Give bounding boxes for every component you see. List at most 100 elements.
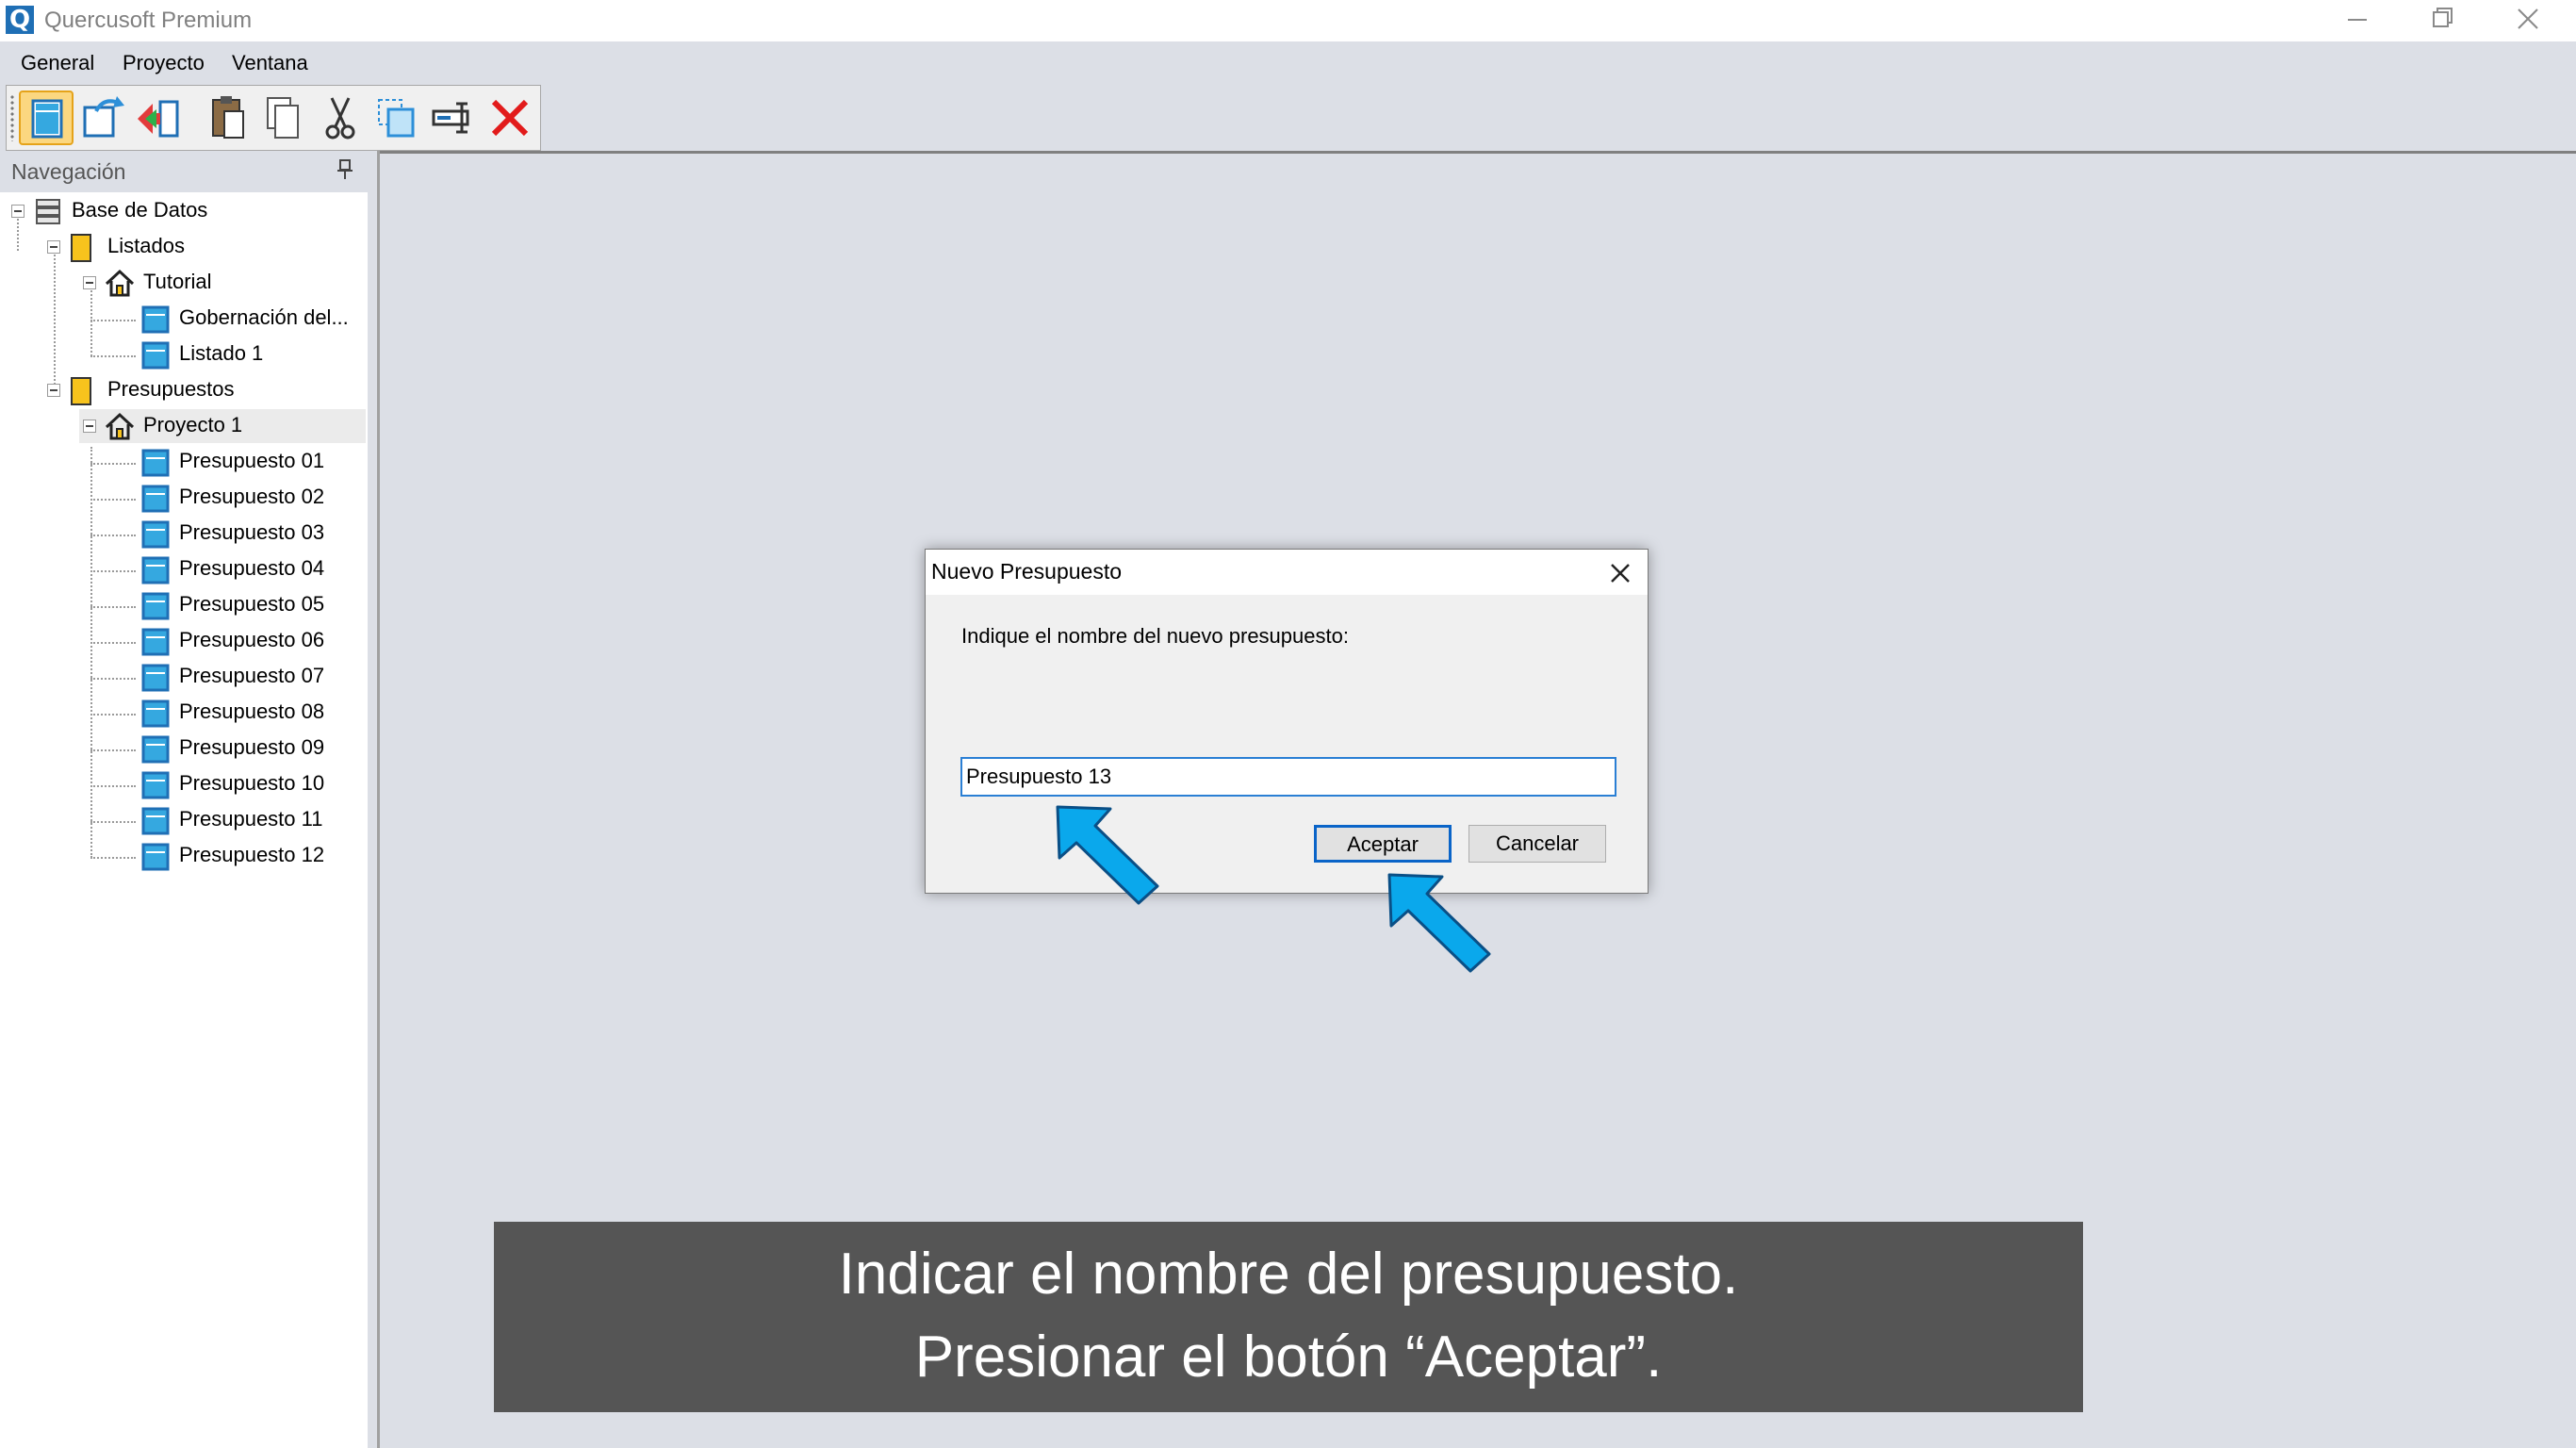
toolbar-grip[interactable] <box>9 94 15 141</box>
tree-label: Presupuestos <box>107 377 235 401</box>
dialog-close-icon[interactable] <box>1602 556 1638 590</box>
document-icon <box>141 305 170 334</box>
document-icon <box>141 843 170 871</box>
undo-icon[interactable] <box>75 90 130 145</box>
tree-item-presupuesto[interactable]: Presupuesto 09 <box>138 732 366 765</box>
tree-line <box>90 714 136 716</box>
app-logo-icon: Q <box>6 6 34 34</box>
tree-line <box>90 606 136 608</box>
accept-button[interactable]: Aceptar <box>1314 825 1452 863</box>
cut-icon[interactable] <box>313 90 368 145</box>
tree-item-presupuesto[interactable]: Presupuesto 02 <box>138 481 366 515</box>
tree-label: Presupuesto 06 <box>179 628 325 651</box>
tree-label: Presupuesto 09 <box>179 735 325 759</box>
menu-bar <box>0 41 2576 84</box>
tree-item-presupuestos[interactable]: Presupuestos <box>43 373 366 407</box>
document-icon <box>141 735 170 764</box>
collapse-icon[interactable] <box>83 420 96 433</box>
tree-label: Presupuesto 02 <box>179 485 325 508</box>
home-icon <box>105 412 135 440</box>
caption-line-1: Indicar el nombre del presupuesto. <box>838 1242 1739 1307</box>
tree-label: Presupuesto 08 <box>179 699 325 723</box>
cancel-button[interactable]: Cancelar <box>1468 825 1606 863</box>
document-icon <box>141 807 170 835</box>
tree-label: Tutorial <box>143 270 212 293</box>
tree-line <box>90 499 136 501</box>
tree-line <box>90 821 136 823</box>
paste-icon[interactable] <box>200 90 254 145</box>
tree-item-gobernacion[interactable]: Gobernación del... <box>138 302 366 336</box>
duplicate-icon[interactable] <box>369 90 424 145</box>
tree-line <box>90 290 92 356</box>
document-icon <box>141 341 170 370</box>
collapse-icon[interactable] <box>47 240 60 254</box>
tree-label: Base de Datos <box>72 198 208 222</box>
tree-line <box>90 678 136 680</box>
tree-line <box>90 463 136 465</box>
tree-item-tutorial[interactable]: Tutorial <box>79 266 366 300</box>
close-icon[interactable] <box>2485 0 2569 41</box>
tree-item-presupuesto[interactable]: Presupuesto 12 <box>138 839 366 873</box>
tree-line <box>90 857 136 859</box>
tree-label: Presupuesto 01 <box>179 449 325 472</box>
import-icon[interactable] <box>132 90 187 145</box>
tree-label: Presupuesto 10 <box>179 771 325 795</box>
tree-label: Listado 1 <box>179 341 264 365</box>
tree-item-presupuesto[interactable]: Presupuesto 03 <box>138 517 366 551</box>
document-icon <box>141 664 170 692</box>
restore-icon[interactable] <box>2400 0 2485 41</box>
collapse-icon[interactable] <box>11 205 25 218</box>
workspace-left-border <box>377 151 380 1448</box>
document-icon <box>141 520 170 549</box>
tree-item-base-de-datos[interactable]: Base de Datos <box>8 194 366 228</box>
folder-icon <box>71 234 91 262</box>
tree-label: Presupuesto 04 <box>179 556 325 580</box>
rename-icon[interactable] <box>426 90 481 145</box>
copy-icon[interactable] <box>256 90 311 145</box>
folder-icon <box>71 377 91 405</box>
title-bar <box>0 0 2576 41</box>
tree-label: Presupuesto 05 <box>179 592 325 616</box>
document-icon <box>141 449 170 477</box>
menu-ventana[interactable]: Ventana <box>232 51 308 75</box>
tree-item-presupuesto[interactable]: Presupuesto 01 <box>138 445 366 479</box>
minimize-icon[interactable] <box>2315 0 2400 41</box>
budget-name-input[interactable] <box>960 757 1616 797</box>
home-icon <box>105 269 135 297</box>
collapse-icon[interactable] <box>83 276 96 289</box>
tree-item-proyecto-1[interactable]: Proyecto 1 <box>79 409 366 443</box>
navigation-title: Navegación <box>11 159 126 184</box>
tree-item-presupuesto[interactable]: Presupuesto 07 <box>138 660 366 694</box>
tree-item-listado-1[interactable]: Listado 1 <box>138 337 366 371</box>
tree-line <box>90 785 136 787</box>
pin-icon[interactable] <box>336 158 354 181</box>
document-icon <box>141 699 170 728</box>
caption-line-2: Presionar el botón “Aceptar”. <box>914 1325 1663 1390</box>
collapse-icon[interactable] <box>47 384 60 397</box>
tree-item-presupuesto[interactable]: Presupuesto 11 <box>138 803 366 837</box>
tree-line <box>90 535 136 536</box>
window-title: Quercusoft Premium <box>44 8 253 33</box>
delete-icon[interactable] <box>483 90 537 145</box>
document-icon <box>141 771 170 799</box>
document-icon <box>141 556 170 584</box>
tree-line <box>90 749 136 751</box>
tree-item-presupuesto[interactable]: Presupuesto 04 <box>138 552 366 586</box>
tree-item-listados[interactable]: Listados <box>43 230 366 264</box>
tree-label: Gobernación del... <box>179 305 349 329</box>
document-icon <box>141 592 170 620</box>
dialog-title: Nuevo Presupuesto <box>931 559 1123 584</box>
tree-label: Presupuesto 11 <box>179 807 323 831</box>
tree-item-presupuesto[interactable]: Presupuesto 08 <box>138 696 366 730</box>
document-icon <box>141 628 170 656</box>
tree-line <box>90 570 136 572</box>
new-document-icon[interactable] <box>19 90 74 145</box>
tree-line <box>90 355 136 357</box>
menu-proyecto[interactable]: Proyecto <box>123 51 205 75</box>
pointer-arrow-icon <box>1387 873 1491 973</box>
menu-general[interactable]: General <box>21 51 94 75</box>
tree-item-presupuesto[interactable]: Presupuesto 10 <box>138 767 366 801</box>
tree-item-presupuesto[interactable]: Presupuesto 06 <box>138 624 366 658</box>
tree-item-presupuesto[interactable]: Presupuesto 05 <box>138 588 366 622</box>
tree-label: Presupuesto 12 <box>179 843 325 866</box>
